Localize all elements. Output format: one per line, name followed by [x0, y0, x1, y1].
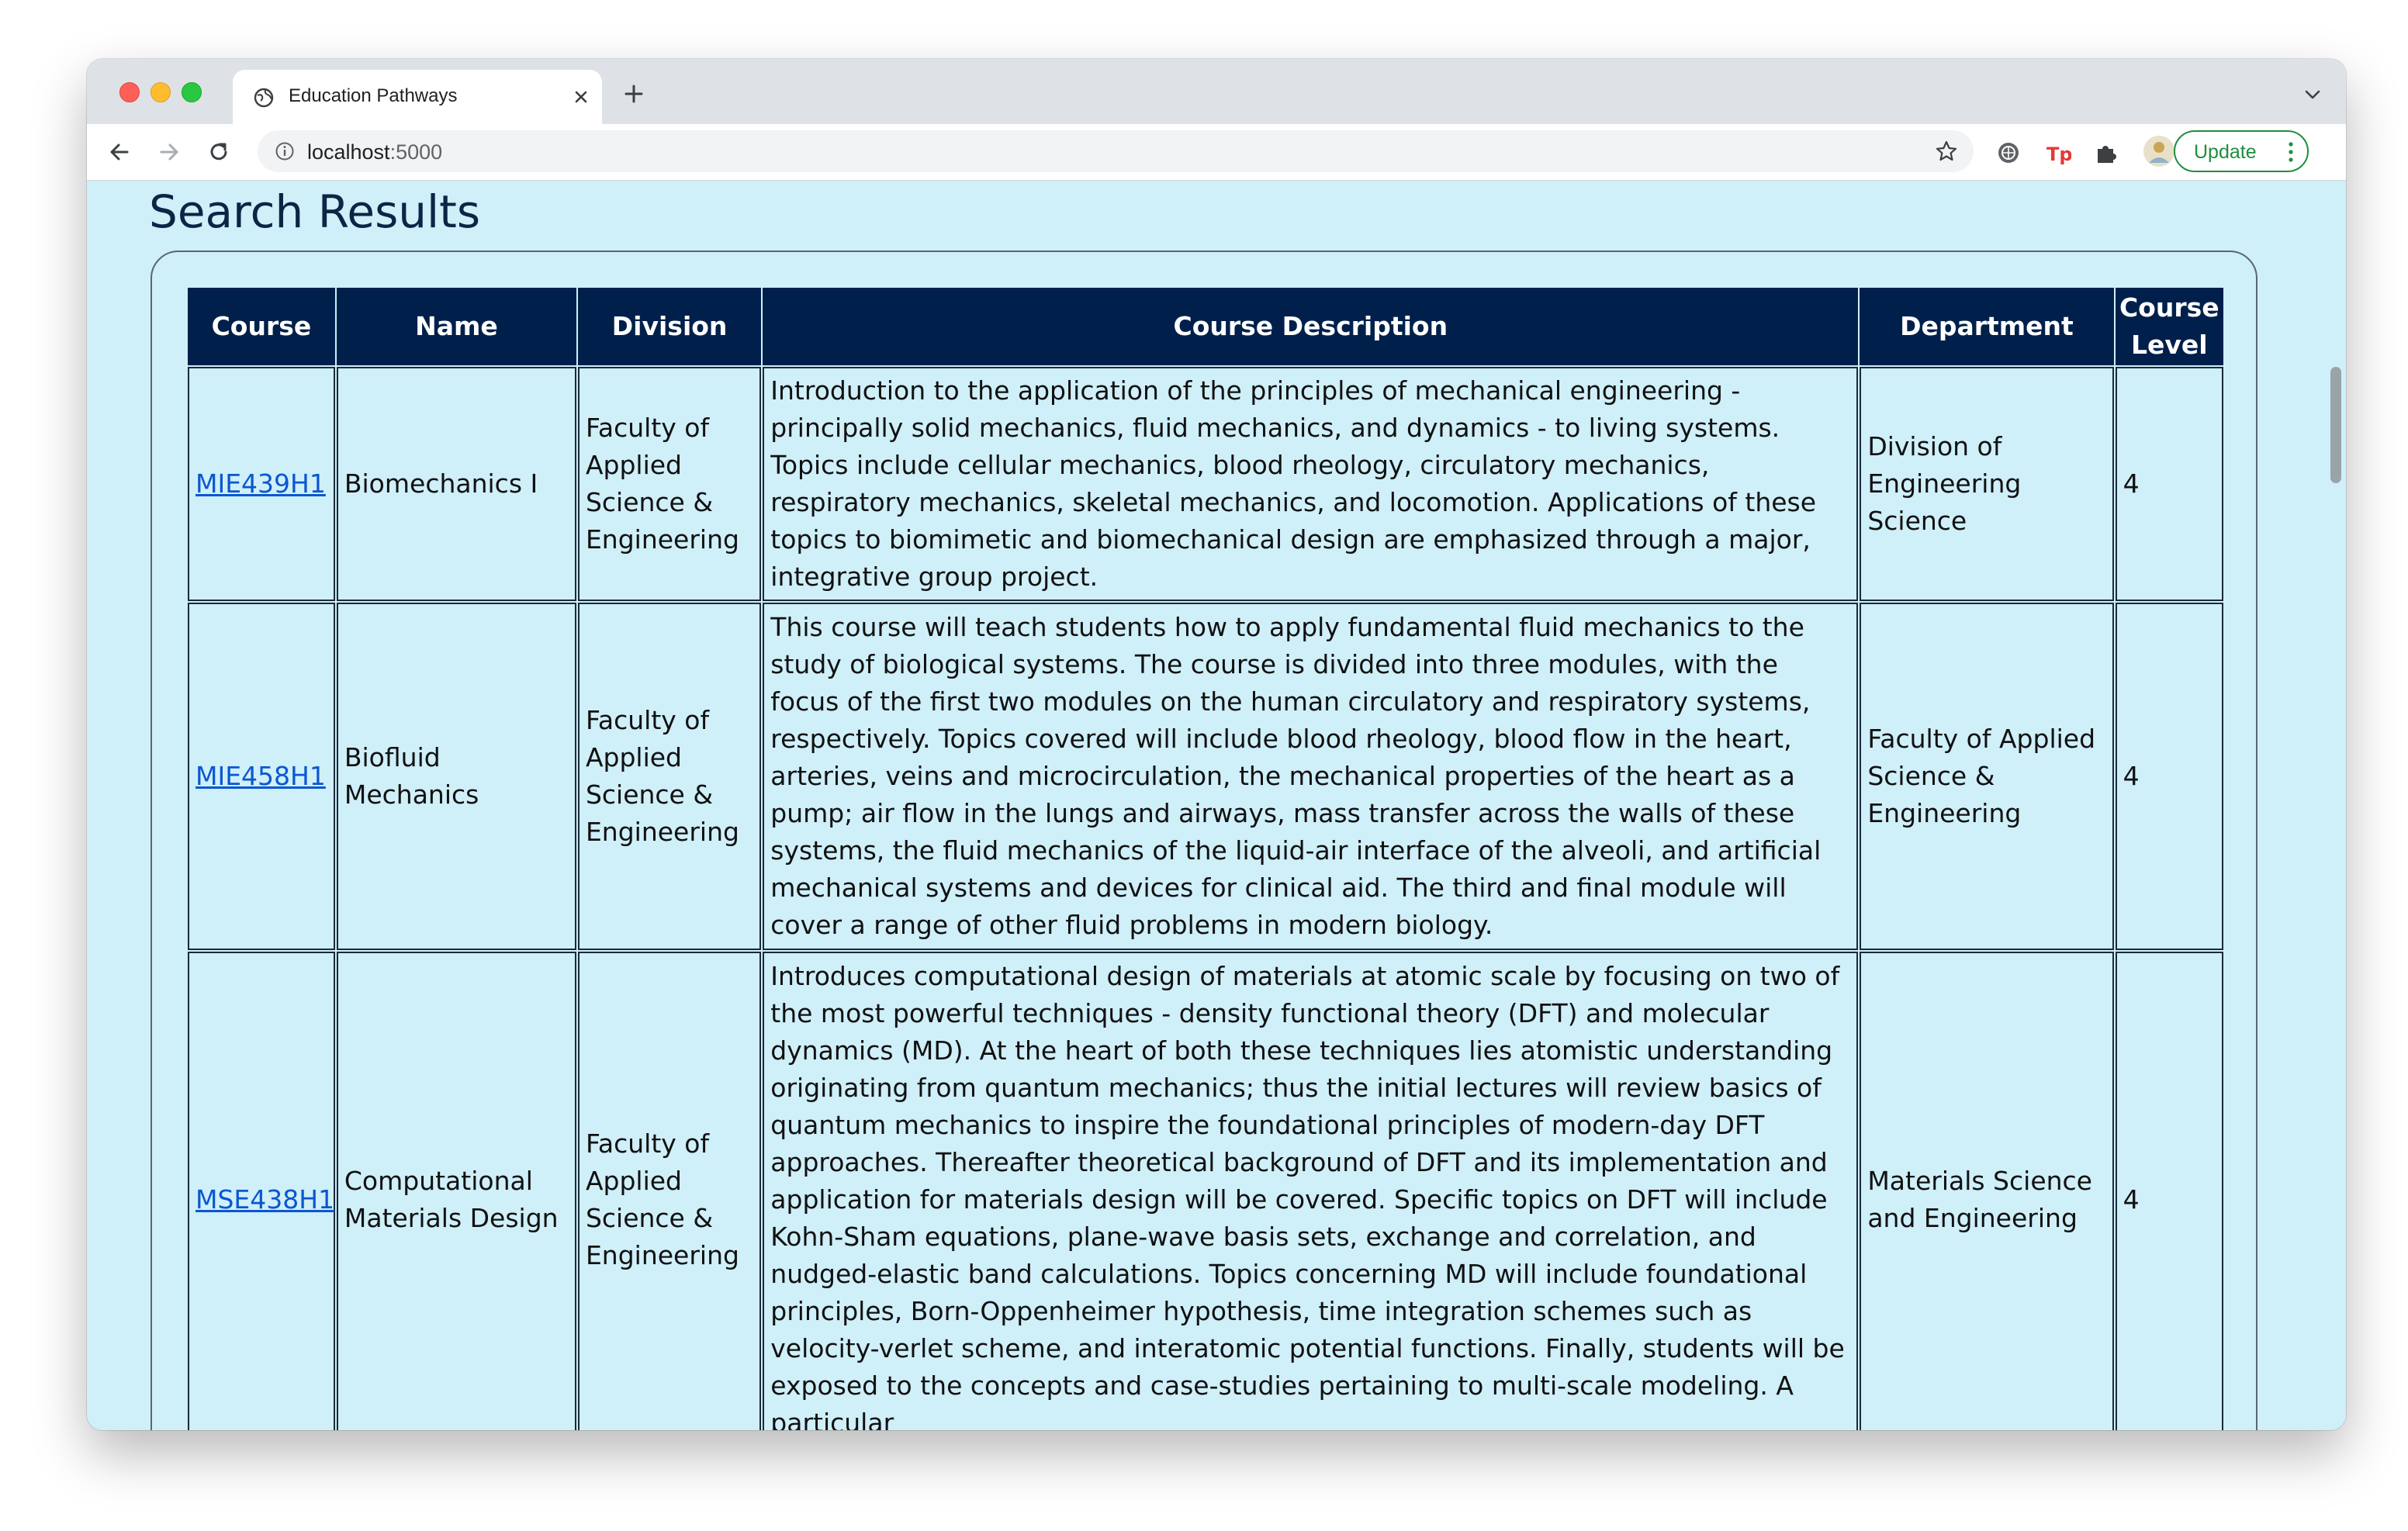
back-arrow-icon[interactable] [106, 138, 133, 166]
results-table: Course Name Division Course Description … [186, 286, 2225, 1430]
update-button[interactable]: Update [2174, 130, 2309, 172]
close-window-button[interactable] [119, 82, 140, 102]
minimize-window-button[interactable] [150, 82, 171, 102]
cell-course: MIE439H1 [188, 367, 335, 601]
column-header-course: Course [188, 288, 335, 365]
course-link[interactable]: MSE438H1 [195, 1184, 334, 1215]
url-port: :5000 [389, 140, 443, 164]
bookmark-star-icon[interactable] [1935, 140, 1958, 163]
address-bar[interactable]: localhost:5000 [258, 130, 1974, 172]
new-tab-icon[interactable] [622, 82, 645, 105]
cell-division: Faculty of Applied Science & Engineering [577, 603, 762, 950]
cell-division: Faculty of Applied Science & Engineering [577, 952, 762, 1430]
url-text: localhost:5000 [307, 140, 442, 164]
page-title: Search Results [149, 185, 481, 238]
column-header-department: Department [1860, 288, 2114, 365]
cell-level: 4 [2115, 367, 2223, 601]
table-row: MSE438H1 Computational Materials Design … [188, 952, 2223, 1430]
avatar[interactable] [2143, 135, 2175, 168]
results-container: Course Name Division Course Description … [150, 251, 2258, 1430]
tab-title: Education Pathways [289, 85, 458, 106]
cell-name: Biofluid Mechanics [336, 603, 576, 950]
puzzle-piece-icon[interactable] [2093, 140, 2119, 166]
extension-globe-icon[interactable] [1995, 140, 2022, 166]
close-tab-icon[interactable] [569, 85, 593, 109]
update-label: Update [2194, 141, 2257, 163]
cell-description: Introduces computational design of mater… [763, 952, 1859, 1430]
course-link[interactable]: MIE439H1 [195, 468, 326, 499]
tab-strip: Education Pathways [87, 59, 2346, 124]
reload-icon[interactable] [205, 138, 233, 166]
table-row: MIE439H1 Biomechanics I Faculty of Appli… [188, 367, 2223, 601]
info-icon[interactable] [275, 141, 295, 161]
cell-level: 4 [2115, 603, 2223, 950]
cell-level: 4 [2115, 952, 2223, 1430]
cell-description: This course will teach students how to a… [763, 603, 1859, 950]
zoom-window-button[interactable] [182, 82, 202, 102]
course-link[interactable]: MIE458H1 [195, 761, 326, 791]
cell-description: Introduction to the application of the p… [763, 367, 1859, 601]
cell-department: Division of Engineering Science [1860, 367, 2114, 601]
browser-window: Education Pathways localhost:5000 Tp Upd… [87, 59, 2346, 1430]
cell-course: MSE438H1 [188, 952, 335, 1430]
globe-icon [254, 88, 274, 108]
cell-name: Biomechanics I [336, 367, 576, 601]
tp-extension-icon[interactable]: Tp [2045, 140, 2071, 166]
browser-toolbar: localhost:5000 Tp Update [87, 124, 2346, 181]
column-header-level: Course Level [2115, 288, 2223, 365]
cell-course: MIE458H1 [188, 603, 335, 950]
url-host: localhost [307, 140, 390, 164]
cell-department: Faculty of Applied Science & Engineering [1860, 603, 2114, 950]
cell-name: Computational Materials Design [336, 952, 576, 1430]
column-header-division: Division [577, 288, 762, 365]
forward-arrow-icon[interactable] [155, 138, 183, 166]
scrollbar-thumb[interactable] [2330, 367, 2341, 483]
svg-text:Tp: Tp [2046, 143, 2071, 165]
page-content: Search Results Course Name Division Cour… [87, 181, 2346, 1430]
more-vertical-icon[interactable] [2287, 141, 2295, 163]
table-header-row: Course Name Division Course Description … [188, 288, 2223, 365]
table-row: MIE458H1 Biofluid Mechanics Faculty of A… [188, 603, 2223, 950]
column-header-description: Course Description [763, 288, 1859, 365]
vertical-scrollbar[interactable] [2326, 181, 2346, 1430]
cell-department: Materials Science and Engineering [1860, 952, 2114, 1430]
column-header-name: Name [336, 288, 576, 365]
browser-tab[interactable]: Education Pathways [233, 70, 602, 124]
chevron-down-icon[interactable] [2302, 87, 2323, 102]
cell-division: Faculty of Applied Science & Engineering [577, 367, 762, 601]
